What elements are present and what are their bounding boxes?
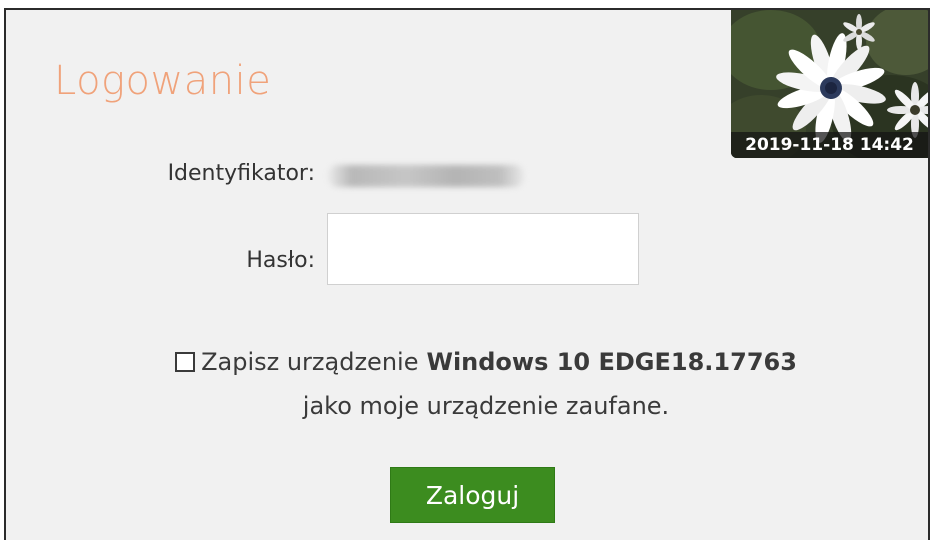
identifier-value-redacted — [328, 165, 524, 187]
trusted-device-option: Zapisz urządzenie Windows 10 EDGE18.1776… — [86, 340, 886, 428]
page-title: Logowanie — [54, 58, 272, 104]
trust-device-checkbox[interactable] — [175, 352, 196, 372]
login-button[interactable]: Zaloguj — [390, 467, 555, 523]
trust-text-before: Zapisz urządzenie — [201, 348, 419, 376]
security-image: 2019-11-18 14:42 — [731, 10, 928, 158]
security-image-timestamp: 2019-11-18 14:42 — [731, 132, 928, 158]
device-name: Windows 10 EDGE18.17763 — [426, 348, 797, 376]
login-panel: Logowanie 2019-11-18 14:42 Identyfikator… — [4, 8, 930, 540]
password-label: Hasło: — [246, 248, 315, 273]
trusted-device-line: Zapisz urządzenie Windows 10 EDGE18.1776… — [86, 340, 886, 384]
password-input[interactable] — [327, 213, 639, 285]
identifier-label: Identyfikator: — [167, 161, 315, 186]
trust-text-after: jako moje urządzenie zaufane. — [302, 392, 670, 420]
